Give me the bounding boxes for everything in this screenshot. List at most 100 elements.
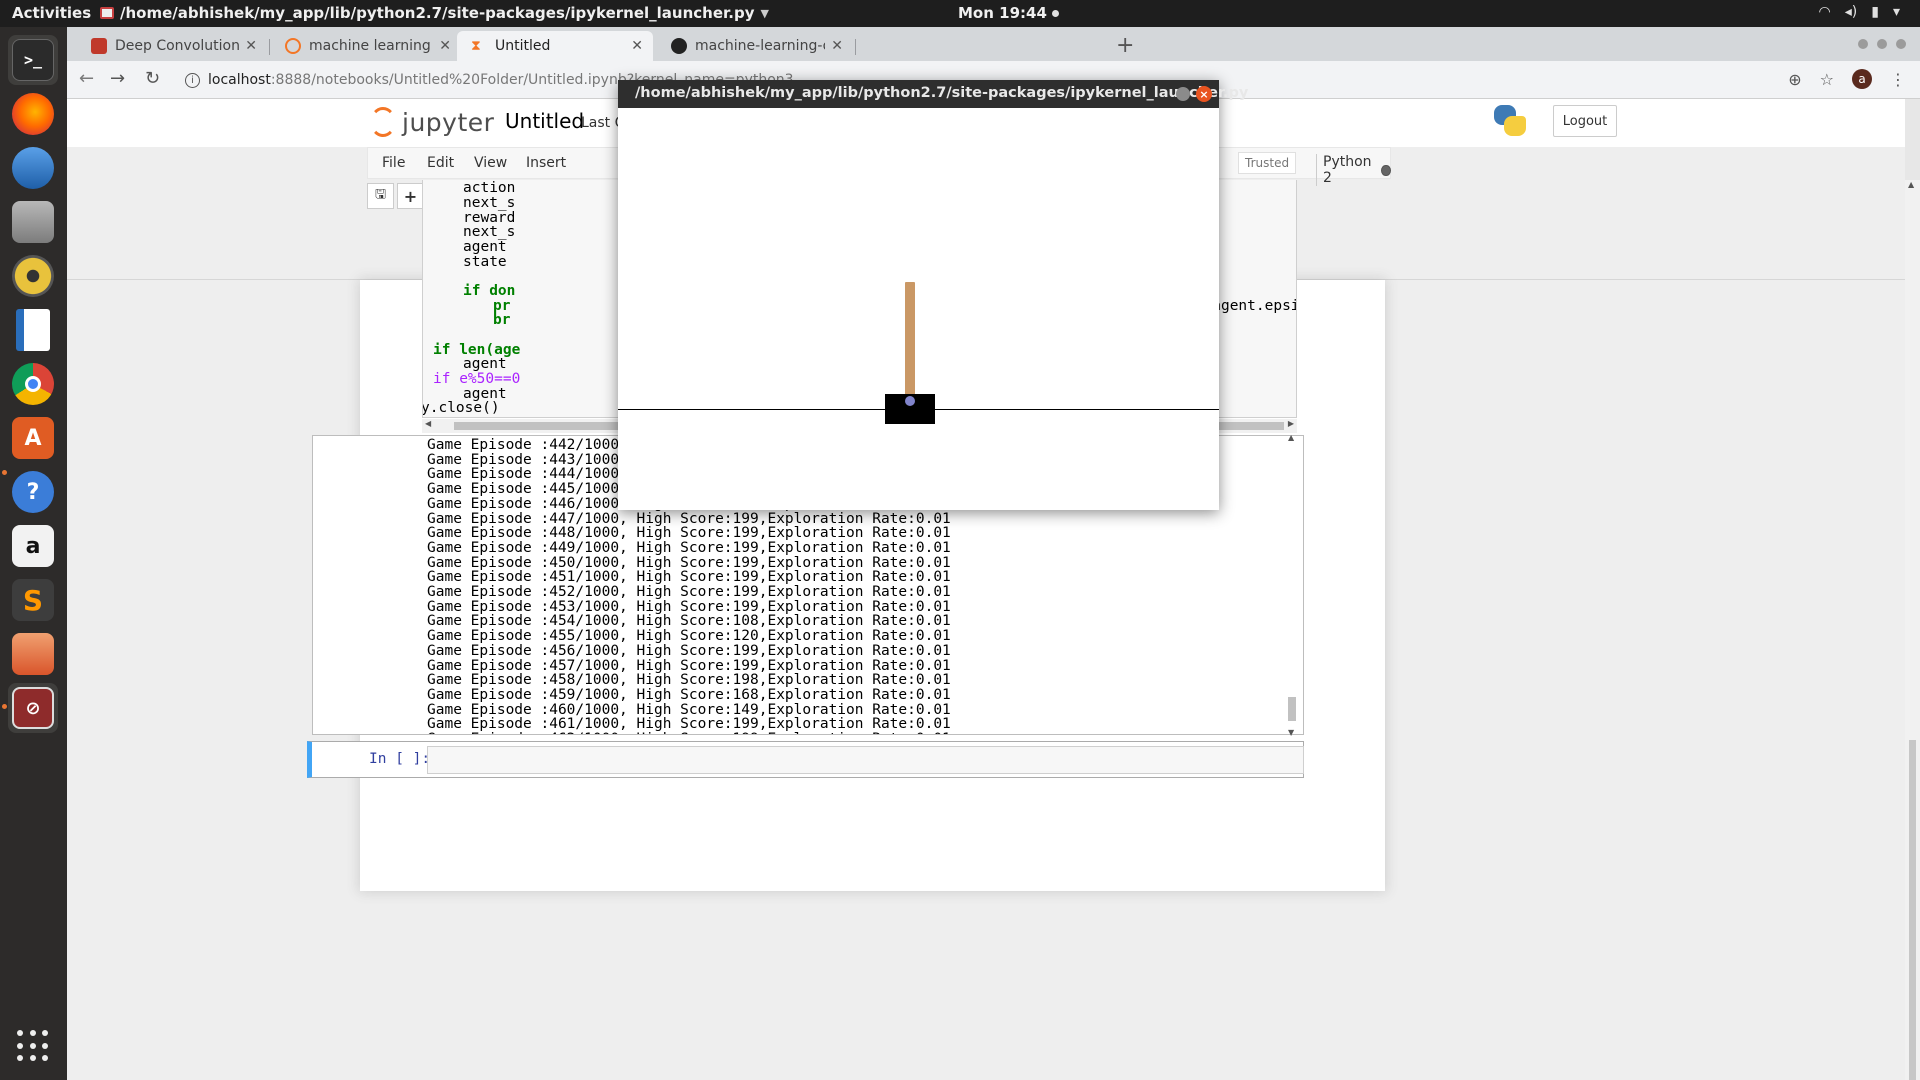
system-tray[interactable]: ◠ ◂) ▮ ▾ bbox=[1819, 4, 1900, 20]
page-scrollbar[interactable]: ▲ bbox=[1905, 180, 1920, 1080]
tab-separator bbox=[269, 39, 270, 55]
show-applications-icon[interactable] bbox=[17, 1030, 49, 1062]
notebook-name[interactable]: Untitled bbox=[505, 109, 584, 133]
sublime-text-icon: S bbox=[12, 579, 54, 621]
dock-rhythmbox[interactable] bbox=[8, 251, 58, 301]
output-line: Game Episode :458/1000, High Score:198,E… bbox=[427, 672, 951, 689]
menu-insert[interactable]: Insert bbox=[526, 155, 566, 171]
browser-actions: ⊕ ☆ a ⋮ bbox=[1788, 69, 1906, 89]
tab-machine-learning-online[interactable]: machine-learning-online- ✕ bbox=[657, 31, 853, 61]
code-line: agent bbox=[463, 239, 507, 255]
activities-button[interactable]: Activities bbox=[12, 4, 91, 22]
cartpole-window-title: /home/abhishek/my_app/lib/python2.7/site… bbox=[635, 85, 1249, 101]
cartpole-axle bbox=[905, 396, 915, 406]
files-icon bbox=[12, 201, 54, 243]
info-icon[interactable]: i bbox=[185, 72, 200, 88]
tab-machine-learning-project[interactable]: machine learning /project ✕ bbox=[271, 31, 461, 61]
output-line: Game Episode :450/1000, High Score:199,E… bbox=[427, 554, 951, 571]
scroll-left-icon[interactable]: ◀ bbox=[425, 419, 431, 428]
output-line: Game Episode :447/1000, High Score:199,E… bbox=[427, 510, 951, 527]
bookmark-star-icon[interactable]: ☆ bbox=[1820, 70, 1834, 89]
dock-help[interactable]: ? bbox=[8, 467, 58, 517]
tab-untitled[interactable]: ⧗ Untitled ✕ bbox=[457, 31, 653, 61]
minimize-button[interactable] bbox=[1858, 39, 1868, 49]
clock[interactable]: Mon 19:44 bbox=[958, 4, 1059, 22]
output-line: Game Episode :452/1000, High Score:199,E… bbox=[427, 584, 951, 601]
dock-thunderbird[interactable] bbox=[8, 143, 58, 193]
amazon-icon: a bbox=[12, 525, 54, 567]
dock-software-center[interactable]: A bbox=[8, 413, 58, 463]
dock-screenshot[interactable] bbox=[8, 629, 58, 679]
minimize-button[interactable] bbox=[1176, 87, 1190, 101]
rhythmbox-icon bbox=[12, 255, 54, 297]
clock-time: Mon 19:44 bbox=[958, 4, 1047, 22]
logout-button[interactable]: Logout bbox=[1553, 105, 1617, 137]
dock-running-indicator bbox=[2, 704, 7, 709]
close-window-button[interactable] bbox=[1896, 39, 1906, 49]
menu-file[interactable]: File bbox=[382, 155, 405, 171]
back-arrow-icon[interactable]: ← bbox=[79, 68, 94, 89]
input-cell-editor[interactable] bbox=[427, 746, 1304, 774]
new-tab-button[interactable]: + bbox=[1116, 33, 1134, 58]
output-line: Game Episode :448/1000, High Score:199,E… bbox=[427, 525, 951, 542]
output-line: Game Episode :457/1000, High Score:199,E… bbox=[427, 657, 951, 674]
menu-view[interactable]: View bbox=[474, 155, 507, 171]
close-icon[interactable]: ✕ bbox=[831, 38, 843, 54]
dock-terminal[interactable]: >_ bbox=[8, 35, 58, 85]
jupyter-logo[interactable]: jupyter bbox=[370, 107, 494, 137]
jupyter-favicon-icon bbox=[285, 38, 301, 54]
input-prompt: In [ ]: bbox=[369, 751, 431, 767]
dock-files[interactable] bbox=[8, 197, 58, 247]
tab-strip: Deep Convolutional GAN ✕ machine learnin… bbox=[67, 27, 1920, 61]
output-line: Game Episode :449/1000, High Score:199,E… bbox=[427, 539, 951, 556]
wifi-icon: ◠ bbox=[1818, 4, 1831, 20]
firefox-icon bbox=[12, 93, 54, 135]
output-line: Game Episode :453/1000, High Score:199,E… bbox=[427, 598, 951, 615]
profile-avatar[interactable]: a bbox=[1852, 69, 1872, 89]
close-icon[interactable]: ✕ bbox=[631, 38, 643, 54]
scroll-down-icon[interactable]: ▼ bbox=[1288, 728, 1294, 737]
output-line: Game Episode :454/1000, High Score:108,E… bbox=[427, 613, 951, 630]
code-line: if e%50==0 bbox=[433, 371, 521, 387]
reload-icon[interactable]: ↻ bbox=[145, 68, 160, 89]
tab-label: machine-learning-online- bbox=[695, 38, 825, 54]
cartpole-pole bbox=[905, 282, 915, 410]
dock-sublime[interactable]: S bbox=[8, 575, 58, 625]
menu-edit[interactable]: Edit bbox=[427, 155, 454, 171]
chrome-menu-icon[interactable]: ⋮ bbox=[1890, 70, 1906, 89]
thunderbird-icon bbox=[12, 147, 54, 189]
scrollbar-thumb[interactable] bbox=[1909, 740, 1916, 1080]
dock-firefox[interactable] bbox=[8, 89, 58, 139]
scroll-up-icon[interactable]: ▲ bbox=[1288, 433, 1294, 442]
save-icon[interactable]: 🖫 bbox=[367, 183, 394, 209]
help-icon: ? bbox=[12, 471, 54, 513]
cartpole-window-titlebar[interactable]: /home/abhishek/my_app/lib/python2.7/site… bbox=[618, 80, 1248, 108]
close-button[interactable]: × bbox=[1196, 86, 1212, 102]
output-line: Game Episode :461/1000, High Score:199,E… bbox=[427, 716, 951, 733]
forward-arrow-icon[interactable]: → bbox=[110, 68, 125, 89]
input-cell[interactable]: In [ ]: bbox=[307, 741, 1304, 778]
output-line: Game Episode :459/1000, High Score:168,E… bbox=[427, 686, 951, 703]
scrollbar-thumb[interactable] bbox=[1288, 697, 1296, 721]
plus-icon[interactable]: + bbox=[397, 183, 424, 209]
close-icon[interactable]: ✕ bbox=[439, 38, 451, 54]
software-center-icon: A bbox=[12, 417, 54, 459]
dock-chrome[interactable] bbox=[8, 359, 58, 409]
trusted-indicator[interactable]: Trusted bbox=[1238, 152, 1297, 174]
cartpole-render-window[interactable]: /home/abhishek/my_app/lib/python2.7/site… bbox=[618, 80, 1248, 510]
scroll-right-icon[interactable]: ▶ bbox=[1288, 419, 1294, 428]
zoom-icon[interactable]: ⊕ bbox=[1788, 70, 1801, 89]
close-icon[interactable]: ✕ bbox=[245, 38, 257, 54]
writer-icon bbox=[16, 309, 50, 351]
jupyter-logo-text: jupyter bbox=[402, 107, 495, 137]
tab-deep-convolutional-gan[interactable]: Deep Convolutional GAN ✕ bbox=[77, 31, 267, 61]
dock-writer[interactable] bbox=[8, 305, 58, 355]
output-line: Game Episode :456/1000, High Score:199,E… bbox=[427, 642, 951, 659]
app-menu[interactable]: /home/abhishek/my_app/lib/python2.7/site… bbox=[100, 4, 769, 22]
maximize-button[interactable] bbox=[1877, 39, 1887, 49]
dock-amazon[interactable]: a bbox=[8, 521, 58, 571]
dock-gym-window[interactable]: ⊘ bbox=[8, 683, 58, 733]
scroll-up-icon[interactable]: ▲ bbox=[1908, 180, 1914, 189]
output-scrollbar[interactable]: ▲ ▼ bbox=[1286, 433, 1298, 737]
power-menu-icon: ▾ bbox=[1892, 4, 1900, 20]
